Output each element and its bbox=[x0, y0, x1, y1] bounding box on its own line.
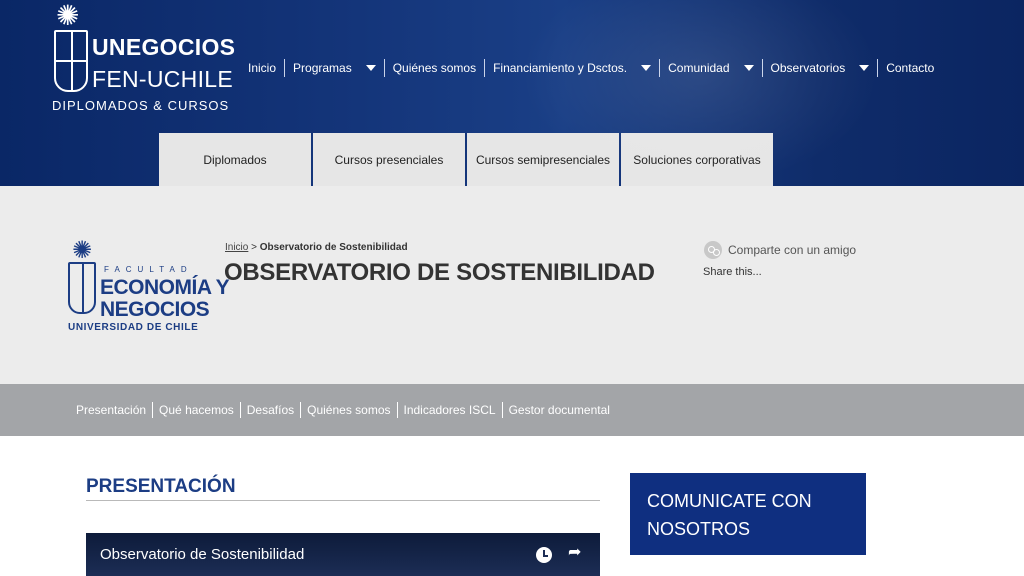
nav-item-label: Programas bbox=[293, 61, 352, 75]
secnav-item-quienes-somos[interactable]: Quiénes somos bbox=[300, 402, 396, 418]
fen-logo[interactable]: ✺ FACULTAD ECONOMÍA Y NEGOCIOS UNIVERSID… bbox=[66, 237, 230, 336]
section-title: PRESENTACIÓN bbox=[86, 476, 236, 497]
secnav-item-gestor-documental[interactable]: Gestor documental bbox=[501, 402, 616, 418]
contact-line-2: NOSOTROS bbox=[647, 519, 751, 539]
page-title: OBSERVATORIO DE SOSTENIBILIDAD bbox=[224, 259, 655, 286]
breadcrumb-home-link[interactable]: Inicio bbox=[225, 242, 248, 253]
tab-cursos-presenciales[interactable]: Cursos presenciales bbox=[313, 133, 467, 186]
nav-item-label: Contacto bbox=[886, 61, 935, 75]
nav-item-financiamiento[interactable]: Financiamiento y Dsctos. bbox=[484, 59, 659, 77]
chevron-down-icon[interactable] bbox=[743, 65, 754, 71]
secnav-item-desafios[interactable]: Desafíos bbox=[239, 402, 300, 418]
program-tabs: Diplomados Cursos presenciales Cursos se… bbox=[159, 133, 773, 186]
chevron-down-icon[interactable] bbox=[859, 65, 870, 71]
nav-item-programas[interactable]: Programas bbox=[284, 59, 384, 77]
share-arrow-icon[interactable]: ➦ bbox=[568, 545, 581, 561]
breadcrumb-current: Observatorio de Sostenibilidad bbox=[259, 242, 408, 253]
breadcrumb-separator: > bbox=[251, 242, 257, 253]
breadcrumb: Inicio > Observatorio de Sostenibilidad bbox=[225, 242, 408, 253]
video-player[interactable]: Observatorio de Sostenibilidad ➦ bbox=[86, 533, 600, 576]
fen-logo-line-1: ECONOMÍA Y bbox=[100, 276, 230, 299]
crest-icon bbox=[54, 30, 88, 92]
nav-item-label: Comunidad bbox=[668, 61, 730, 75]
nav-item-comunidad[interactable]: Comunidad bbox=[659, 59, 761, 77]
nav-item-quienes-somos[interactable]: Quiénes somos bbox=[383, 59, 484, 77]
secnav-item-que-hacemos[interactable]: Qué hacemos bbox=[152, 402, 240, 418]
star-emblem-icon: ✺ bbox=[72, 237, 93, 264]
tab-soluciones-corporativas[interactable]: Soluciones corporativas bbox=[621, 133, 773, 186]
logo-line-1: UNEGOCIOS bbox=[92, 34, 236, 60]
chevron-down-icon[interactable] bbox=[641, 65, 652, 71]
section-divider bbox=[86, 500, 600, 501]
contact-us-box[interactable]: COMUNICATE CON NOSOTROS bbox=[630, 473, 866, 555]
fen-logo-line-3: UNIVERSIDAD DE CHILE bbox=[68, 322, 199, 333]
share-this-label[interactable]: Share this... bbox=[703, 266, 762, 278]
clock-icon[interactable] bbox=[536, 547, 552, 563]
contact-line-1: COMUNICATE CON bbox=[647, 491, 812, 511]
star-emblem-icon: ✺ bbox=[56, 0, 80, 31]
share-friend-link[interactable]: Comparte con un amigo bbox=[728, 243, 856, 257]
logo-line-3: DIPLOMADOS & CURSOS bbox=[52, 98, 230, 113]
nav-item-label: Financiamiento y Dsctos. bbox=[493, 61, 628, 75]
fen-logo-facultad: FACULTAD bbox=[104, 265, 193, 274]
fen-logo-line-2: NEGOCIOS bbox=[100, 298, 210, 321]
tab-diplomados[interactable]: Diplomados bbox=[159, 133, 313, 186]
nav-item-label: Quiénes somos bbox=[392, 61, 477, 75]
main-nav: Inicio Programas Quiénes somos Financiam… bbox=[240, 58, 942, 78]
chevron-down-icon[interactable] bbox=[365, 65, 376, 71]
secondary-nav: Presentación Qué hacemos Desafíos Quiéne… bbox=[0, 384, 1024, 436]
nav-item-contacto[interactable]: Contacto bbox=[877, 59, 942, 77]
nav-item-inicio[interactable]: Inicio bbox=[240, 59, 284, 77]
nav-item-label: Inicio bbox=[248, 61, 277, 75]
crest-icon bbox=[68, 262, 96, 314]
nav-item-observatorios[interactable]: Observatorios bbox=[761, 59, 878, 77]
nav-item-label: Observatorios bbox=[770, 61, 846, 75]
secnav-item-presentacion[interactable]: Presentación bbox=[70, 402, 152, 418]
secnav-item-indicadores[interactable]: Indicadores ISCL bbox=[396, 402, 502, 418]
tab-cursos-semipresenciales[interactable]: Cursos semipresenciales bbox=[467, 133, 621, 186]
logo-line-2: FEN-UCHILE bbox=[92, 66, 234, 92]
unegocios-logo[interactable]: ✺ UNEGOCIOS FEN-UCHILE DIPLOMADOS & CURS… bbox=[52, 0, 235, 114]
share-icon[interactable] bbox=[704, 241, 722, 259]
video-title[interactable]: Observatorio de Sostenibilidad bbox=[100, 546, 304, 563]
site-header: ✺ UNEGOCIOS FEN-UCHILE DIPLOMADOS & CURS… bbox=[0, 0, 1024, 186]
